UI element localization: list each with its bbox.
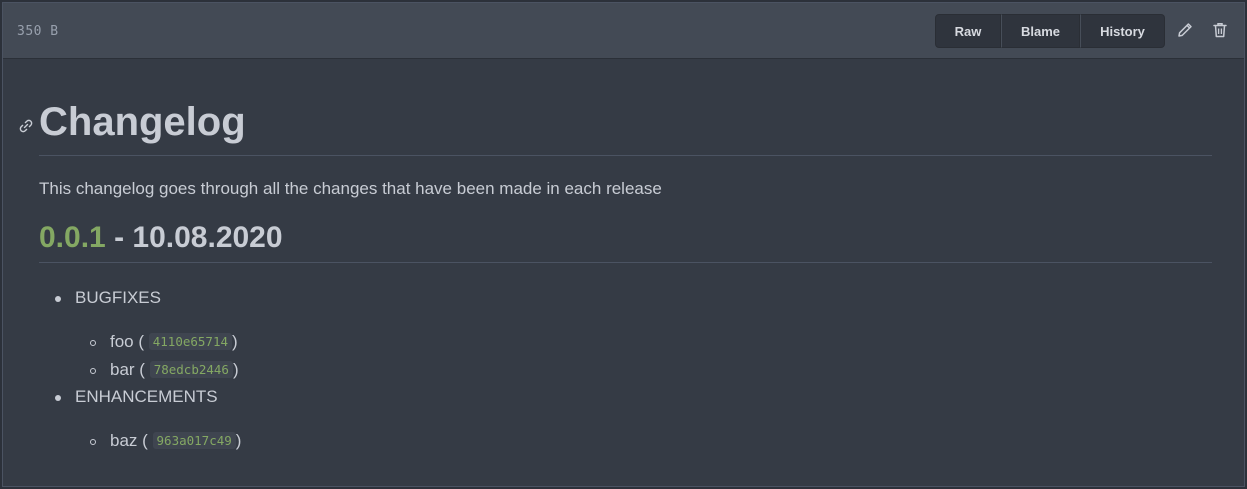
commit-hash-link[interactable]: 963a017c49 — [152, 432, 236, 449]
commit-hash-link[interactable]: 78edcb2446 — [149, 361, 233, 378]
file-actions-group: Raw Blame History — [935, 14, 1165, 48]
file-header: 350 B Raw Blame History — [3, 3, 1244, 59]
trash-icon[interactable] — [1210, 20, 1230, 40]
release-heading: 0.0.1 - 10.08.2020 — [39, 219, 283, 257]
intro-text: This changelog goes through all the chan… — [39, 179, 662, 198]
pencil-icon[interactable] — [1175, 20, 1195, 40]
link-icon[interactable] — [18, 118, 34, 134]
item-name: bar — [110, 360, 135, 379]
list-bullet — [90, 439, 96, 445]
commit-hash-link[interactable]: 4110e65714 — [148, 333, 233, 350]
section-label-enhancements: ENHANCEMENTS — [75, 387, 218, 406]
section-label-bugfixes: BUGFIXES — [75, 288, 161, 307]
release-version: 0.0.1 — [39, 221, 106, 254]
raw-button[interactable]: Raw — [935, 14, 1001, 48]
list-bullet — [55, 296, 61, 302]
release-divider — [39, 262, 1212, 263]
item-name: baz — [110, 431, 138, 450]
list-bullet — [90, 340, 96, 346]
list-item: baz ( 963a017c49) — [110, 431, 242, 450]
page-title: Changelog — [39, 100, 246, 144]
list-bullet — [55, 395, 61, 401]
list-bullet — [90, 368, 96, 374]
item-name: foo — [110, 332, 134, 351]
list-item: foo ( 4110e65714) — [110, 332, 238, 351]
markdown-body: Changelog This changelog goes through al… — [3, 59, 1244, 486]
file-size: 350 B — [17, 24, 59, 39]
history-button[interactable]: History — [1080, 14, 1165, 48]
release-separator: - — [105, 221, 133, 254]
blame-button[interactable]: Blame — [1001, 14, 1080, 48]
file-viewer: 350 B Raw Blame History Changelog This c… — [2, 2, 1245, 487]
release-date: 10.08.2020 — [132, 221, 283, 254]
list-item: bar ( 78edcb2446) — [110, 360, 239, 379]
title-divider — [39, 155, 1212, 156]
